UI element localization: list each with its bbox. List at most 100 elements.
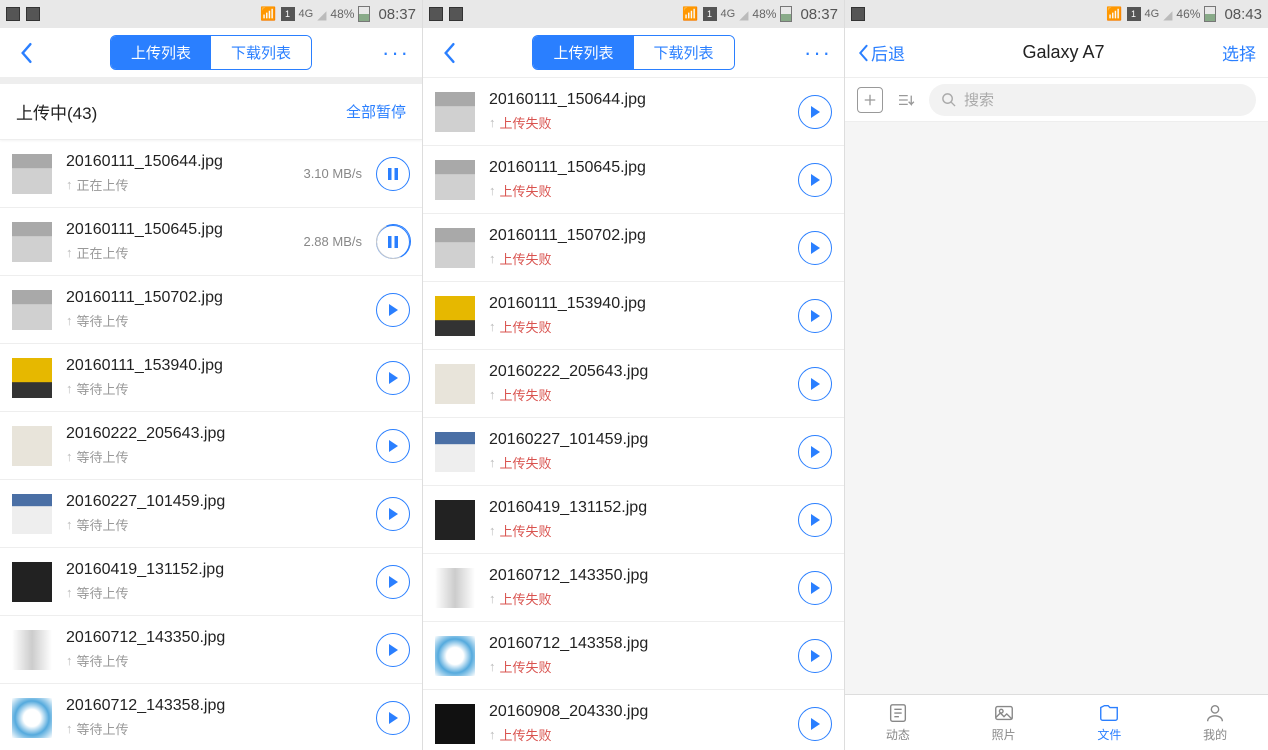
file-row[interactable]: 20160111_153940.jpg↑等待上传 bbox=[0, 344, 422, 412]
file-row[interactable]: 20160111_150702.jpg↑上传失败 bbox=[423, 214, 844, 282]
section-title: 上传中(43) bbox=[16, 99, 97, 124]
gallery-icon bbox=[851, 7, 865, 21]
file-row[interactable]: 20160908_204330.jpg↑上传失败 bbox=[423, 690, 844, 750]
tab-photos[interactable]: 照片 bbox=[951, 695, 1057, 750]
file-row[interactable]: 20160227_101459.jpg↑上传失败 bbox=[423, 418, 844, 486]
file-name: 20160111_150644.jpg bbox=[66, 153, 303, 171]
file-status: ↑上传失败 bbox=[489, 725, 798, 744]
search-input[interactable]: 搜索 bbox=[929, 84, 1256, 116]
file-status: ↑上传失败 bbox=[489, 317, 798, 336]
file-row[interactable]: 20160222_205643.jpg↑等待上传 bbox=[0, 412, 422, 480]
file-row[interactable]: 20160712_143350.jpg ↑上传失败 bbox=[423, 554, 844, 622]
retry-button[interactable] bbox=[798, 639, 832, 673]
resume-button[interactable] bbox=[376, 633, 410, 667]
upload-speed: 3.10 MB/s bbox=[303, 166, 362, 181]
select-button[interactable]: 选择 bbox=[1222, 40, 1256, 65]
bottom-tabs: 动态 照片 文件 我的 bbox=[845, 694, 1268, 750]
pause-all-button[interactable]: 全部暂停 bbox=[346, 101, 406, 122]
resume-button[interactable] bbox=[376, 361, 410, 395]
battery-icon bbox=[780, 6, 792, 22]
failed-file-list[interactable]: 20160111_150644.jpg↑上传失败20160111_150645.… bbox=[423, 78, 844, 750]
resume-button[interactable] bbox=[376, 565, 410, 599]
file-row[interactable]: 20160419_131152.jpg↑等待上传 bbox=[0, 548, 422, 616]
file-status: ↑上传失败 bbox=[489, 249, 798, 268]
resume-button[interactable] bbox=[376, 701, 410, 735]
tab-activity[interactable]: 动态 bbox=[845, 695, 951, 750]
file-name: 20160712_143350.jpg bbox=[489, 567, 798, 585]
file-name: 20160111_150644.jpg bbox=[489, 91, 798, 109]
thumbnail bbox=[435, 568, 475, 608]
thumbnail bbox=[12, 426, 52, 466]
retry-button[interactable] bbox=[798, 503, 832, 537]
thumbnail bbox=[12, 630, 52, 670]
tab-upload-list[interactable]: 上传列表 bbox=[533, 36, 633, 69]
file-row[interactable]: 20160419_131152.jpg↑上传失败 bbox=[423, 486, 844, 554]
resume-button[interactable] bbox=[376, 293, 410, 327]
file-name: 20160712_143358.jpg bbox=[489, 635, 798, 653]
thumbnail bbox=[12, 222, 52, 262]
retry-button[interactable] bbox=[798, 163, 832, 197]
file-status: ↑等待上传 bbox=[66, 583, 376, 602]
status-bar: 1 4G 48% 08:37 bbox=[0, 0, 422, 28]
sim-icon: 1 bbox=[281, 7, 295, 21]
add-button[interactable] bbox=[857, 87, 883, 113]
back-button[interactable] bbox=[10, 37, 42, 69]
section-header: 上传中(43) 全部暂停 bbox=[0, 84, 422, 140]
more-button[interactable]: ··· bbox=[802, 37, 834, 69]
retry-button[interactable] bbox=[798, 231, 832, 265]
retry-button[interactable] bbox=[798, 367, 832, 401]
clock: 08:37 bbox=[800, 6, 838, 23]
page-title: Galaxy A7 bbox=[905, 42, 1222, 63]
retry-button[interactable] bbox=[798, 571, 832, 605]
file-row[interactable]: 20160111_150645.jpg↑正在上传2.88 MB/s bbox=[0, 208, 422, 276]
resume-button[interactable] bbox=[376, 497, 410, 531]
retry-button[interactable] bbox=[798, 707, 832, 741]
file-status: ↑上传失败 bbox=[489, 657, 798, 676]
file-row[interactable]: 20160712_143358.jpg ↑上传失败 bbox=[423, 622, 844, 690]
photos-icon bbox=[993, 702, 1015, 724]
retry-button[interactable] bbox=[798, 299, 832, 333]
signal-icon bbox=[317, 7, 326, 22]
tab-upload-list[interactable]: 上传列表 bbox=[111, 36, 211, 69]
file-row[interactable]: 20160712_143358.jpg↑等待上传 bbox=[0, 684, 422, 750]
tab-download-list[interactable]: 下载列表 bbox=[211, 36, 311, 69]
file-row[interactable]: 20160111_150644.jpg↑正在上传3.10 MB/s bbox=[0, 140, 422, 208]
pause-button[interactable] bbox=[376, 157, 410, 191]
tab-files[interactable]: 文件 bbox=[1057, 695, 1163, 750]
sort-button[interactable] bbox=[893, 87, 919, 113]
file-row[interactable]: 20160111_150644.jpg↑上传失败 bbox=[423, 78, 844, 146]
wifi-icon bbox=[682, 6, 698, 22]
file-row[interactable]: 20160222_205643.jpg↑上传失败 bbox=[423, 350, 844, 418]
network-label: 4G bbox=[299, 8, 314, 20]
files-icon bbox=[1098, 702, 1120, 724]
gallery-icon bbox=[26, 7, 40, 21]
battery-percent: 46% bbox=[1176, 7, 1200, 21]
sim-icon: 1 bbox=[1127, 7, 1141, 21]
pause-button[interactable] bbox=[376, 225, 410, 259]
more-button[interactable]: ··· bbox=[380, 37, 412, 69]
file-name: 20160419_131152.jpg bbox=[489, 499, 798, 517]
thumbnail bbox=[12, 290, 52, 330]
wifi-icon bbox=[1106, 6, 1122, 22]
file-status: ↑上传失败 bbox=[489, 589, 798, 608]
back-button[interactable] bbox=[433, 37, 465, 69]
file-status: ↑等待上传 bbox=[66, 379, 376, 398]
back-label: 后退 bbox=[871, 40, 905, 65]
retry-button[interactable] bbox=[798, 95, 832, 129]
file-status: ↑正在上传 bbox=[66, 243, 303, 262]
file-row[interactable]: 20160111_153940.jpg↑上传失败 bbox=[423, 282, 844, 350]
resume-button[interactable] bbox=[376, 429, 410, 463]
sim-icon: 1 bbox=[703, 7, 717, 21]
tab-download-list[interactable]: 下载列表 bbox=[634, 36, 734, 69]
empty-content bbox=[845, 122, 1268, 694]
upload-file-list[interactable]: 20160111_150644.jpg↑正在上传3.10 MB/s2016011… bbox=[0, 140, 422, 750]
file-row[interactable]: 20160111_150702.jpg↑等待上传 bbox=[0, 276, 422, 344]
file-row[interactable]: 20160111_150645.jpg↑上传失败 bbox=[423, 146, 844, 214]
file-row[interactable]: 20160227_101459.jpg↑等待上传 bbox=[0, 480, 422, 548]
retry-button[interactable] bbox=[798, 435, 832, 469]
back-button[interactable]: 后退 bbox=[857, 40, 905, 65]
battery-percent: 48% bbox=[752, 7, 776, 21]
file-status: ↑等待上传 bbox=[66, 515, 376, 534]
tab-mine[interactable]: 我的 bbox=[1162, 695, 1268, 750]
file-row[interactable]: 20160712_143350.jpg↑等待上传 bbox=[0, 616, 422, 684]
